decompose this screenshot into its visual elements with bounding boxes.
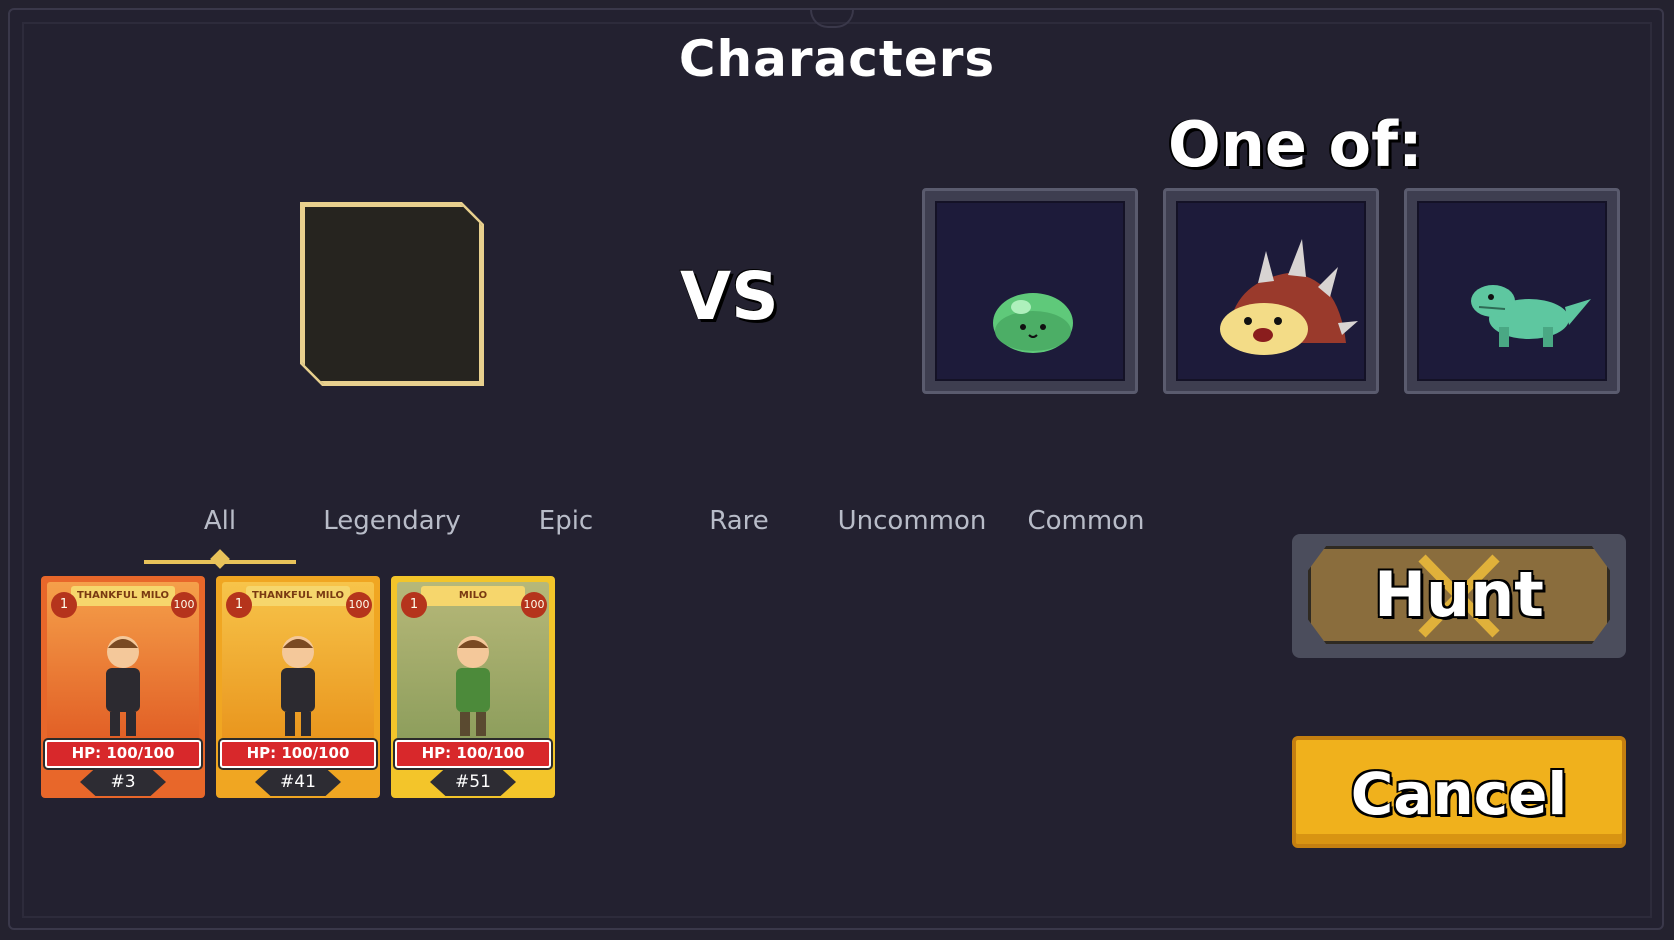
card-hp-bar: HP: 100/100 — [220, 740, 376, 768]
character-card[interactable]: MILO 1 100 HP: 100/100 #51 — [391, 576, 555, 798]
rarity-tab-uncommon[interactable]: Uncommon — [822, 506, 1002, 536]
card-banner: THANKFUL MILO — [71, 586, 175, 606]
cancel-button[interactable]: Cancel — [1292, 736, 1626, 848]
enemy-slot-slime — [922, 188, 1138, 394]
character-card[interactable]: THANKFUL MILO 1 100 HP: 100/100 #3 — [41, 576, 205, 798]
spiked-shell-icon — [1220, 239, 1358, 355]
rarity-tab-all[interactable]: All — [130, 506, 310, 536]
card-hp-bar: HP: 100/100 — [395, 740, 551, 768]
cancel-button-label: Cancel — [1350, 760, 1568, 828]
one-of-label: One of: — [1168, 108, 1423, 181]
card-banner: THANKFUL MILO — [246, 586, 350, 606]
card-heart-badge: 100 — [171, 592, 197, 618]
card-level-badge: 1 — [226, 592, 252, 618]
lizard-icon — [1471, 285, 1591, 347]
rarity-tab-rare[interactable]: Rare — [649, 506, 829, 536]
enemy-slot-lizard — [1404, 188, 1620, 394]
card-number-tag: #41 — [255, 768, 341, 796]
card-number-tag: #51 — [430, 768, 516, 796]
card-banner: MILO — [421, 586, 525, 606]
character-figure-icon — [456, 636, 490, 736]
character-figure-icon — [106, 636, 140, 736]
character-card[interactable]: THANKFUL MILO 1 100 HP: 100/100 #41 — [216, 576, 380, 798]
character-figure-icon — [281, 636, 315, 736]
card-hp-bar: HP: 100/100 — [45, 740, 201, 768]
card-number-tag: #3 — [80, 768, 166, 796]
player-character-slot[interactable] — [302, 204, 482, 384]
card-heart-badge: 100 — [521, 592, 547, 618]
card-heart-badge: 100 — [346, 592, 372, 618]
hunt-button-label: Hunt — [1374, 558, 1544, 631]
rarity-tab-common[interactable]: Common — [996, 506, 1176, 536]
card-level-badge: 1 — [401, 592, 427, 618]
slime-icon — [993, 293, 1073, 353]
hunt-button[interactable]: Hunt — [1292, 534, 1626, 658]
card-level-badge: 1 — [51, 592, 77, 618]
enemy-slot-spiked-shell — [1163, 188, 1379, 394]
dialog-title: Characters — [678, 30, 996, 88]
rarity-tab-epic[interactable]: Epic — [476, 506, 656, 536]
vs-label: VS — [680, 258, 779, 335]
rarity-tab-legendary[interactable]: Legendary — [302, 506, 482, 536]
